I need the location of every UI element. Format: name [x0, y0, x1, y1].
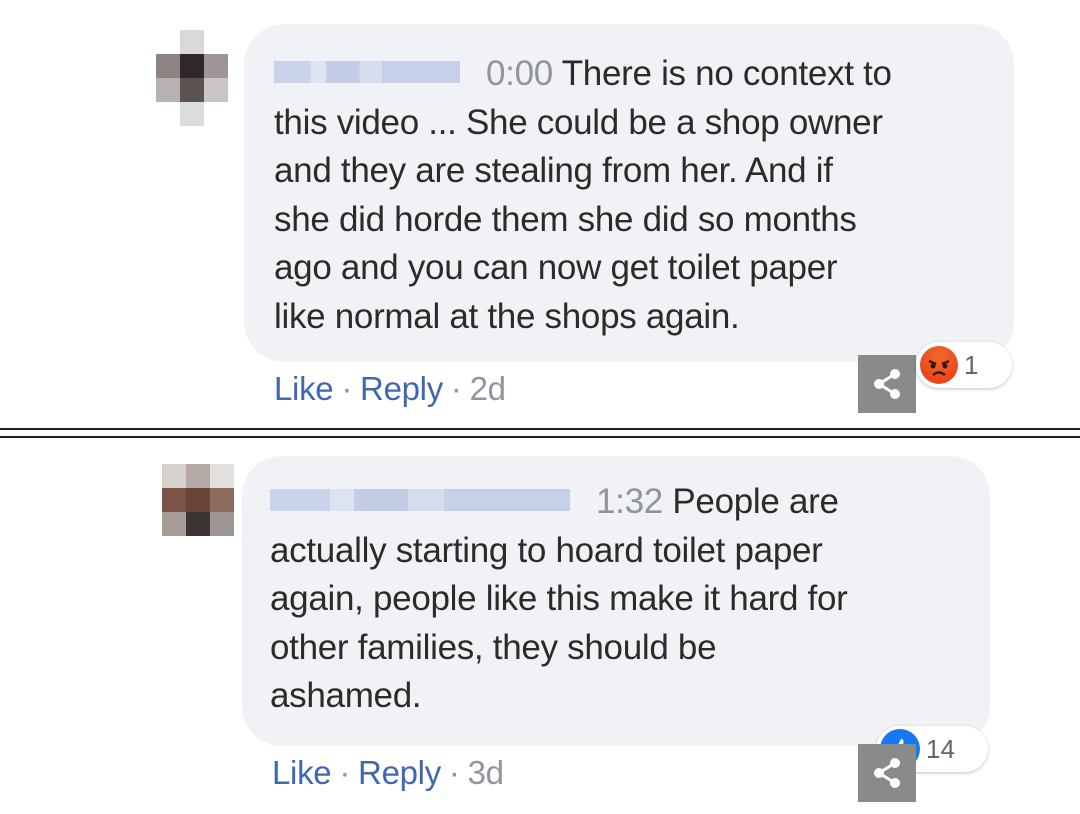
comment-actions: Like · Reply · 3d — [272, 754, 504, 792]
share-icon — [874, 758, 900, 788]
share-button[interactable] — [858, 744, 916, 802]
divider — [0, 436, 1080, 438]
comment-age[interactable]: 3d — [468, 754, 504, 791]
angry-reaction-icon — [920, 346, 958, 384]
comment-line: There is no context to — [561, 54, 892, 93]
like-link[interactable]: Like — [272, 754, 332, 791]
like-link[interactable]: Like — [274, 370, 334, 407]
comment-line: ashamed. — [270, 676, 422, 715]
separator: · — [339, 754, 351, 791]
comment-bubble: 1:32 People are actually starting to hoa… — [242, 456, 990, 746]
comment-age[interactable]: 2d — [470, 370, 506, 407]
comment-timestamp[interactable]: 1:32 — [596, 482, 663, 521]
comment-line: ago and you can now get toilet paper — [274, 248, 838, 287]
reply-link[interactable]: Reply — [360, 370, 443, 407]
comment-body: 0:00 There is no context to this video .… — [274, 50, 984, 341]
comment-line: other families, they should be — [270, 627, 717, 667]
comment-panel-1: 0:00 There is no context to this video .… — [0, 0, 1080, 428]
share-icon — [874, 369, 900, 399]
comment-actions: Like · Reply · 2d — [274, 370, 506, 408]
reaction-count: 14 — [926, 733, 955, 764]
comment-line: she did horde them she did so months — [274, 199, 857, 239]
author-name-blurred[interactable] — [274, 60, 460, 83]
reply-link[interactable]: Reply — [358, 754, 441, 791]
comment-line: this video ... She could be a shop owner — [274, 102, 883, 142]
comment-line: actually starting to hoard toilet paper — [270, 530, 823, 570]
comment-line: People are — [672, 482, 839, 521]
comment-line: like normal at the shops again. — [274, 296, 740, 336]
comment-line: and they are stealing from her. And if — [274, 151, 833, 190]
comment-line: again, people like this make it hard for — [270, 579, 848, 618]
comment-bubble: 0:00 There is no context to this video .… — [244, 24, 1014, 362]
avatar[interactable] — [156, 30, 228, 126]
reaction-summary[interactable]: 1 — [916, 342, 1012, 388]
separator: · — [341, 370, 353, 407]
separator: · — [448, 754, 460, 791]
divider — [0, 428, 1080, 430]
reaction-count: 1 — [964, 349, 979, 380]
comment-body: 1:32 People are actually starting to hoa… — [270, 478, 960, 721]
author-name-blurred[interactable] — [270, 488, 570, 511]
separator: · — [450, 370, 462, 407]
comment-panel-2: 1:32 People are actually starting to hoa… — [0, 440, 1080, 814]
share-button[interactable] — [858, 355, 916, 413]
comment-timestamp[interactable]: 0:00 — [486, 54, 553, 93]
avatar[interactable] — [162, 464, 234, 560]
